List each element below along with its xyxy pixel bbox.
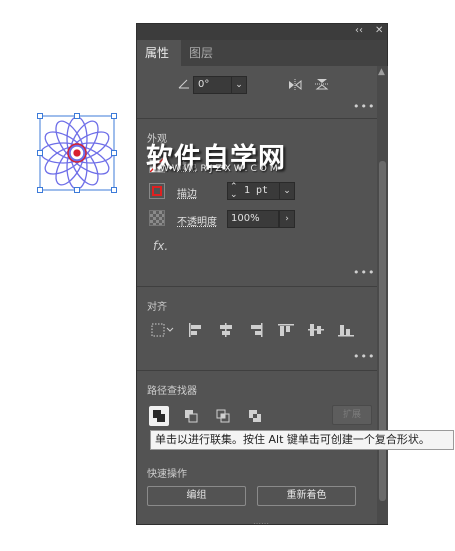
angle-value: 0° (198, 79, 210, 90)
opacity-field[interactable]: 100% (227, 210, 279, 228)
align-more-button[interactable]: ••• (353, 350, 375, 363)
scrollbar-thumb[interactable] (379, 161, 386, 501)
align-right-icon[interactable] (247, 322, 265, 338)
panel-scrollbar[interactable]: ▲ (377, 66, 388, 524)
resize-grip[interactable]: ⋯⋯ (253, 519, 269, 528)
watermark-url: WWW.RJZXW.COM (160, 164, 281, 174)
flip-horizontal-icon[interactable] (286, 78, 304, 92)
close-icon[interactable]: ✕ (375, 25, 383, 36)
transform-more-button[interactable]: ••• (353, 100, 375, 113)
stroke-weight-field[interactable]: ⌃ ⌄ 1 pt ⌄ (227, 182, 295, 200)
panel-tabs: 属性 图层 (137, 40, 387, 66)
angle-dropdown[interactable]: 0° ⌄ (193, 76, 247, 94)
align-to-dropdown-icon[interactable] (151, 322, 174, 338)
angle-icon (177, 76, 191, 90)
stroke-weight-value: 1 pt (244, 185, 269, 196)
stroke-label[interactable]: 描边 (177, 185, 197, 200)
unite-icon[interactable] (149, 406, 169, 426)
selected-artwork[interactable] (36, 112, 118, 194)
align-bottom-icon[interactable] (337, 322, 355, 338)
stepper-icon[interactable]: ⌃ ⌄ (230, 183, 238, 200)
opacity-value: 100% (231, 213, 260, 224)
chevron-down-icon: ⌄ (279, 183, 294, 199)
tab-properties[interactable]: 属性 (137, 40, 181, 66)
recolor-button[interactable]: 重新着色 (257, 486, 356, 506)
align-horizontal-center-icon[interactable] (217, 322, 235, 338)
appearance-more-button[interactable]: ••• (353, 266, 375, 279)
exclude-icon[interactable] (245, 406, 265, 426)
expand-button[interactable]: 扩展 (332, 405, 372, 425)
fx-button[interactable]: fx. (153, 239, 168, 253)
unite-tooltip: 单击以进行联集。按住 Alt 键单击可创建一个复合形状。 (150, 430, 454, 450)
align-vertical-center-icon[interactable] (307, 322, 325, 338)
group-button[interactable]: 编组 (147, 486, 246, 506)
minus-front-icon[interactable] (181, 406, 201, 426)
align-left-icon[interactable] (187, 322, 205, 338)
panel-titlebar: ‹‹ ✕ (137, 24, 387, 40)
chevron-down-icon: ⌄ (231, 77, 246, 93)
flip-vertical-icon[interactable] (314, 76, 330, 92)
flower-shape (37, 113, 117, 193)
pathfinder-title: 路径查找器 (147, 386, 197, 397)
align-title: 对齐 (147, 302, 167, 313)
section-divider (137, 370, 377, 371)
tab-layers[interactable]: 图层 (181, 40, 225, 66)
align-top-icon[interactable] (277, 322, 295, 338)
section-divider (137, 286, 377, 287)
quick-actions-title: 快速操作 (147, 469, 187, 480)
collapse-icon[interactable]: ‹‹ (355, 25, 363, 36)
intersect-icon[interactable] (213, 406, 233, 426)
opacity-checker-icon (149, 210, 165, 226)
stroke-swatch-icon[interactable] (149, 183, 165, 199)
scroll-up-icon[interactable]: ▲ (378, 67, 385, 77)
section-divider (137, 118, 377, 119)
chevron-right-icon[interactable]: › (279, 210, 295, 228)
opacity-label[interactable]: 不透明度 (177, 213, 217, 228)
